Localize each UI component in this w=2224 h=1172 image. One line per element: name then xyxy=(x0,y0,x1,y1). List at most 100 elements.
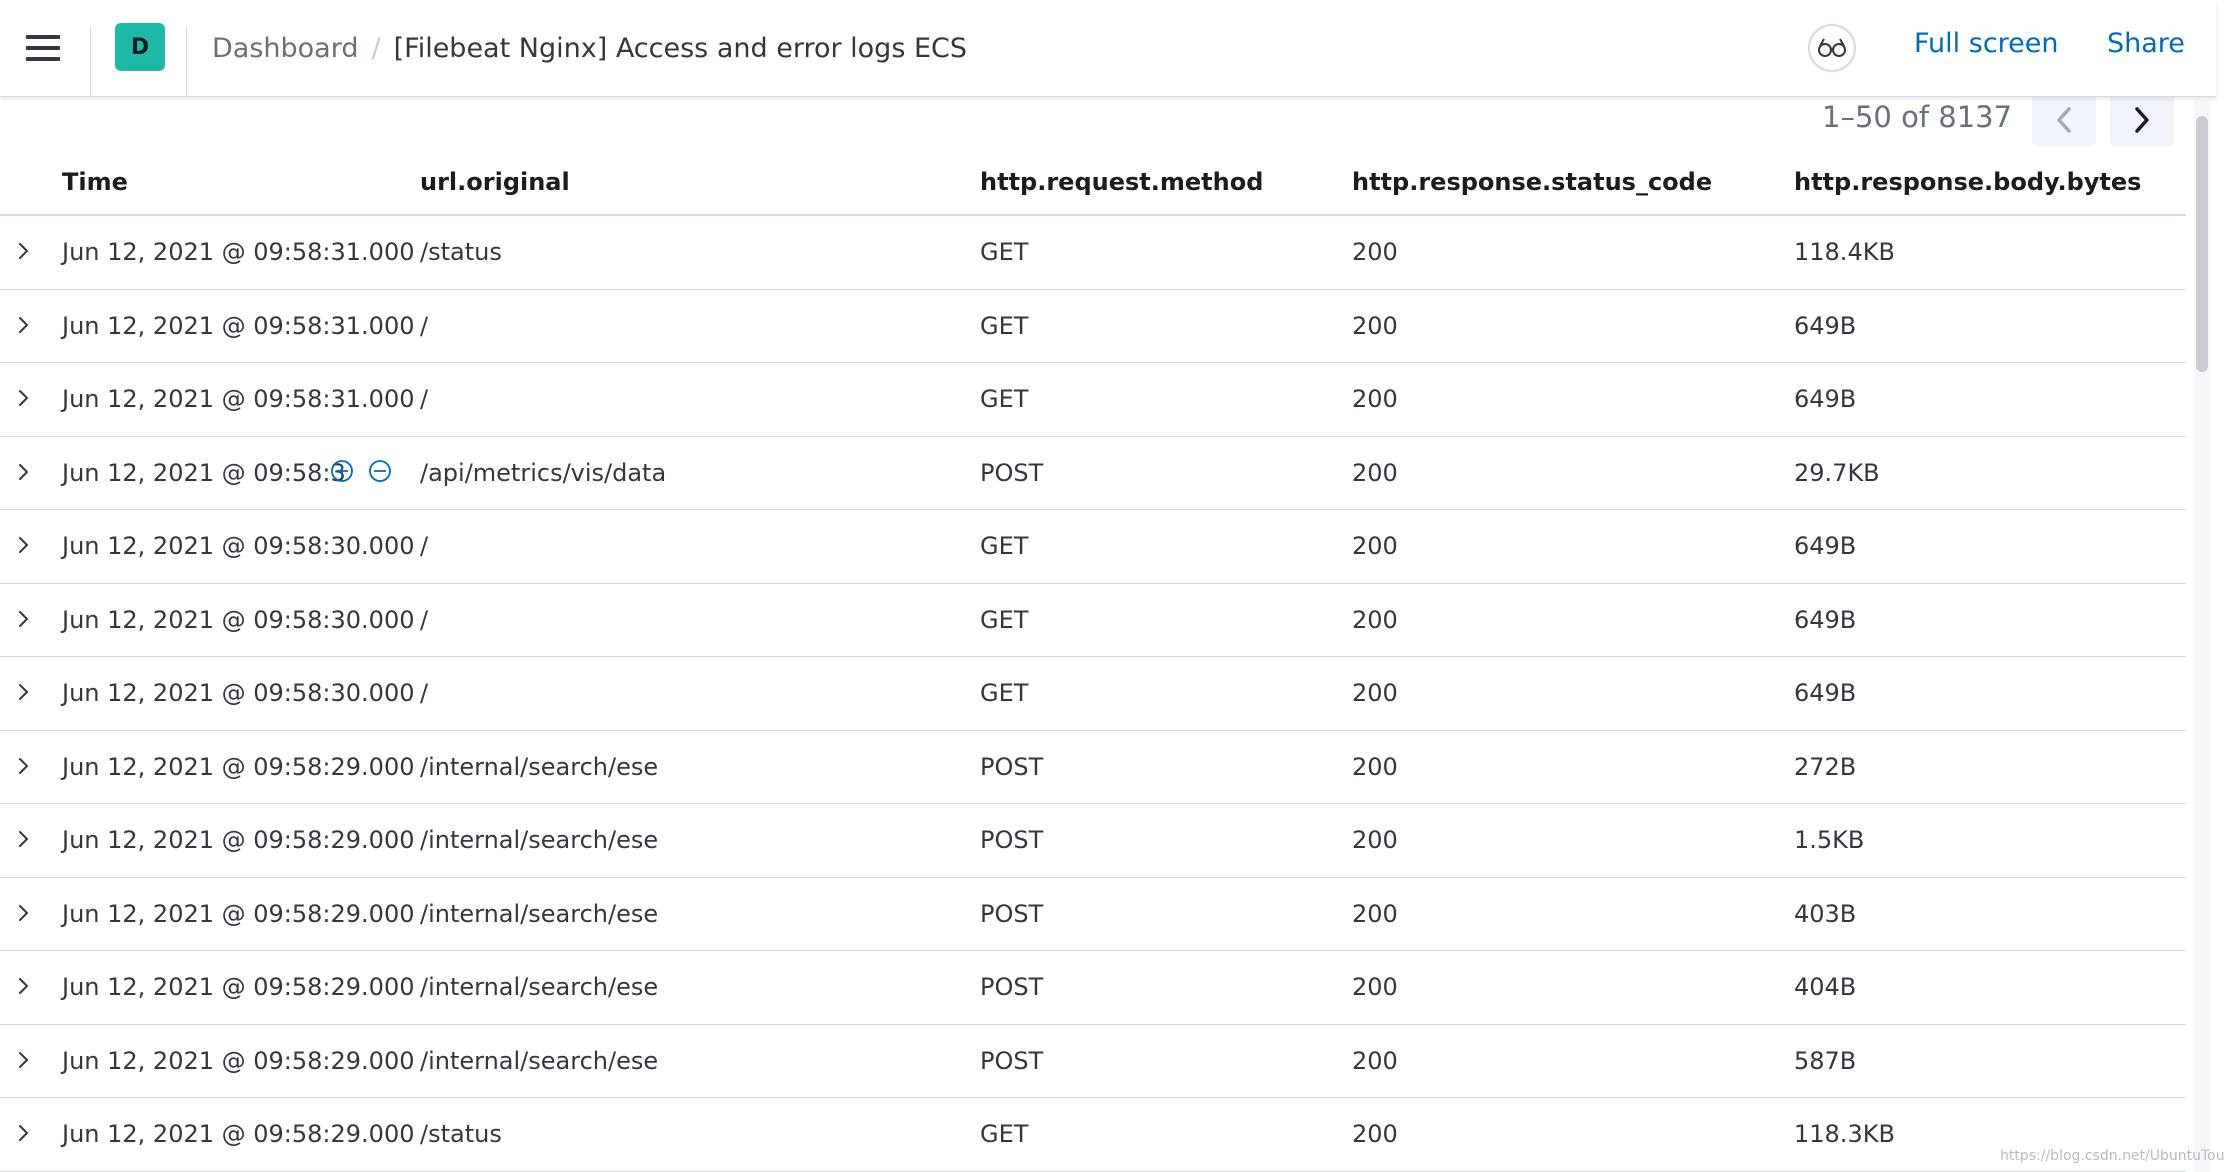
cell-http-response-status-code: 200 xyxy=(1352,385,1398,413)
chevron-left-icon[interactable] xyxy=(2032,94,2096,146)
cell-time: Jun 12, 2021 @ 09:58:29.000 xyxy=(62,1046,415,1075)
cell-time: Jun 12, 2021 @ 09:58:29.000 xyxy=(62,899,415,928)
expand-row-icon[interactable] xyxy=(12,902,34,924)
expand-row-icon[interactable] xyxy=(12,461,34,483)
header-divider xyxy=(186,26,187,96)
cell-http-response-body-bytes: 118.4KB xyxy=(1794,238,1895,266)
column-header-time[interactable]: Time xyxy=(62,168,128,196)
cell-url-original: / xyxy=(420,605,429,634)
expand-row-icon[interactable] xyxy=(12,1122,34,1144)
column-header-http-response-body-bytes[interactable]: http.response.body.bytes xyxy=(1794,168,2141,196)
cell-http-response-body-bytes: 649B xyxy=(1794,385,1857,413)
cell-http-response-status-code: 200 xyxy=(1352,605,1398,634)
glasses-icon[interactable] xyxy=(1808,24,1856,72)
cell-http-response-body-bytes: 649B xyxy=(1794,679,1857,707)
cell-url-original: / xyxy=(420,532,429,560)
cell-http-response-status-code: 200 xyxy=(1352,899,1398,928)
cell-http-request-method: POST xyxy=(980,826,1044,854)
expand-row-icon[interactable] xyxy=(12,387,34,409)
expand-row-icon[interactable] xyxy=(12,755,34,777)
cell-http-response-body-bytes: 1.5KB xyxy=(1794,826,1865,854)
expand-row-icon[interactable] xyxy=(12,608,34,630)
cell-http-request-method: GET xyxy=(980,605,1029,634)
cell-url-original: /status xyxy=(420,1120,502,1148)
cell-http-request-method: GET xyxy=(980,679,1029,707)
cell-time: Jun 12, 2021 @ 09:58:30.000 xyxy=(62,605,415,634)
cell-http-response-status-code: 200 xyxy=(1352,1046,1398,1075)
cell-http-request-method: POST xyxy=(980,899,1044,928)
breadcrumb-separator: / xyxy=(371,32,381,64)
cell-url-original: /internal/search/ese xyxy=(420,973,659,1001)
cell-http-request-method: GET xyxy=(980,238,1029,266)
table-body: Jun 12, 2021 @ 09:58:31.000 /status GET … xyxy=(0,216,2186,1172)
cell-http-response-status-code: 200 xyxy=(1352,532,1398,560)
expand-row-icon[interactable] xyxy=(12,828,34,850)
cell-http-request-method: POST xyxy=(980,752,1044,781)
cell-url-original: /status xyxy=(420,238,502,266)
cell-http-response-status-code: 200 xyxy=(1352,826,1398,854)
watermark-text: https://blog.csdn.net/UbuntuTouch xyxy=(2000,1148,2224,1164)
chevron-right-icon[interactable] xyxy=(2110,94,2174,146)
share-button[interactable]: Share xyxy=(2107,28,2185,59)
full-screen-button[interactable]: Full screen xyxy=(1914,28,2059,59)
header-divider xyxy=(90,26,91,96)
cell-http-response-body-bytes: 404B xyxy=(1794,973,1857,1001)
cell-filter-actions xyxy=(330,459,392,483)
table-header-row: Time url.original http.request.method ht… xyxy=(0,150,2186,216)
top-header: D Dashboard / [Filebeat Nginx] Access an… xyxy=(0,0,2216,97)
cell-url-original: /internal/search/ese xyxy=(420,899,659,928)
table-row: Jun 12, 2021 @ 09:58:31.000 / GET 200 64… xyxy=(0,363,2186,437)
menu-icon[interactable] xyxy=(26,35,60,61)
expand-row-icon[interactable] xyxy=(12,681,34,703)
space-avatar[interactable]: D xyxy=(115,23,165,71)
breadcrumb: Dashboard / [Filebeat Nginx] Access and … xyxy=(212,28,967,68)
cell-http-request-method: GET xyxy=(980,385,1029,413)
cell-http-response-body-bytes: 587B xyxy=(1794,1046,1857,1075)
cell-http-response-status-code: 200 xyxy=(1352,458,1398,487)
cell-http-request-method: POST xyxy=(980,973,1044,1001)
cell-http-request-method: GET xyxy=(980,1120,1029,1148)
table-row: Jun 12, 2021 @ 09:58:30.000 / GET 200 64… xyxy=(0,510,2186,584)
cell-time: Jun 12, 2021 @ 09:58:29.000 xyxy=(62,826,415,854)
filter-for-value-icon[interactable] xyxy=(330,459,354,483)
cell-time: Jun 12, 2021 @ 09:58:29.000 xyxy=(62,1120,415,1148)
table-row: Jun 12, 2021 @ 09:58:29.000 /internal/se… xyxy=(0,878,2186,951)
pagination-range: 1–50 of 8137 xyxy=(1822,100,2013,134)
cell-http-response-body-bytes: 118.3KB xyxy=(1794,1120,1895,1148)
table-row: Jun 12, 2021 @ 09:58:29.000 /internal/se… xyxy=(0,731,2186,804)
expand-row-icon[interactable] xyxy=(12,1049,34,1071)
cell-http-request-method: GET xyxy=(980,311,1029,340)
table-row: Jun 12, 2021 @ 09:58:29.000 /internal/se… xyxy=(0,1025,2186,1098)
breadcrumb-dashboard-link[interactable]: Dashboard xyxy=(212,33,358,64)
cell-url-original: / xyxy=(420,311,429,340)
cell-http-response-status-code: 200 xyxy=(1352,238,1398,266)
cell-http-response-status-code: 200 xyxy=(1352,1120,1398,1148)
table-row: Jun 12, 2021 @ 09:58:29.000 /internal/se… xyxy=(0,804,2186,878)
cell-http-response-body-bytes: 649B xyxy=(1794,605,1857,634)
column-header-http-response-status-code[interactable]: http.response.status_code xyxy=(1352,168,1712,196)
table-row: Jun 12, 2021 @ 09:58:29.000 /internal/se… xyxy=(0,951,2186,1025)
expand-row-icon[interactable] xyxy=(12,314,34,336)
cell-time: Jun 12, 2021 @ 09:58:31.000 xyxy=(62,311,415,340)
table-row: Jun 12, 2021 @ 09:58:30.000 / GET 200 64… xyxy=(0,657,2186,731)
cell-http-request-method: POST xyxy=(980,458,1044,487)
cell-http-response-status-code: 200 xyxy=(1352,311,1398,340)
table-row: Jun 12, 2021 @ 09:58:29.000 /status GET … xyxy=(0,1098,2186,1172)
log-table: Time url.original http.request.method ht… xyxy=(0,150,2186,1172)
filter-out-value-icon[interactable] xyxy=(368,459,392,483)
table-row: Jun 12, 2021 @ 09:58:3 /api/metrics/vis/… xyxy=(0,437,2186,510)
scrollbar-thumb[interactable] xyxy=(2196,116,2208,372)
cell-time: Jun 12, 2021 @ 09:58:29.000 xyxy=(62,973,415,1001)
cell-http-response-body-bytes: 649B xyxy=(1794,311,1857,340)
cell-http-response-body-bytes: 403B xyxy=(1794,899,1857,928)
cell-time: Jun 12, 2021 @ 09:58:29.000 xyxy=(62,752,415,781)
table-row: Jun 12, 2021 @ 09:58:31.000 /status GET … xyxy=(0,216,2186,290)
expand-row-icon[interactable] xyxy=(12,240,34,262)
cell-url-original: /internal/search/ese xyxy=(420,752,659,781)
expand-row-icon[interactable] xyxy=(12,534,34,556)
cell-url-original: / xyxy=(420,385,429,413)
column-header-url-original[interactable]: url.original xyxy=(420,168,570,196)
expand-row-icon[interactable] xyxy=(12,975,34,997)
cell-time: Jun 12, 2021 @ 09:58:3 xyxy=(62,458,346,487)
column-header-http-request-method[interactable]: http.request.method xyxy=(980,168,1263,196)
